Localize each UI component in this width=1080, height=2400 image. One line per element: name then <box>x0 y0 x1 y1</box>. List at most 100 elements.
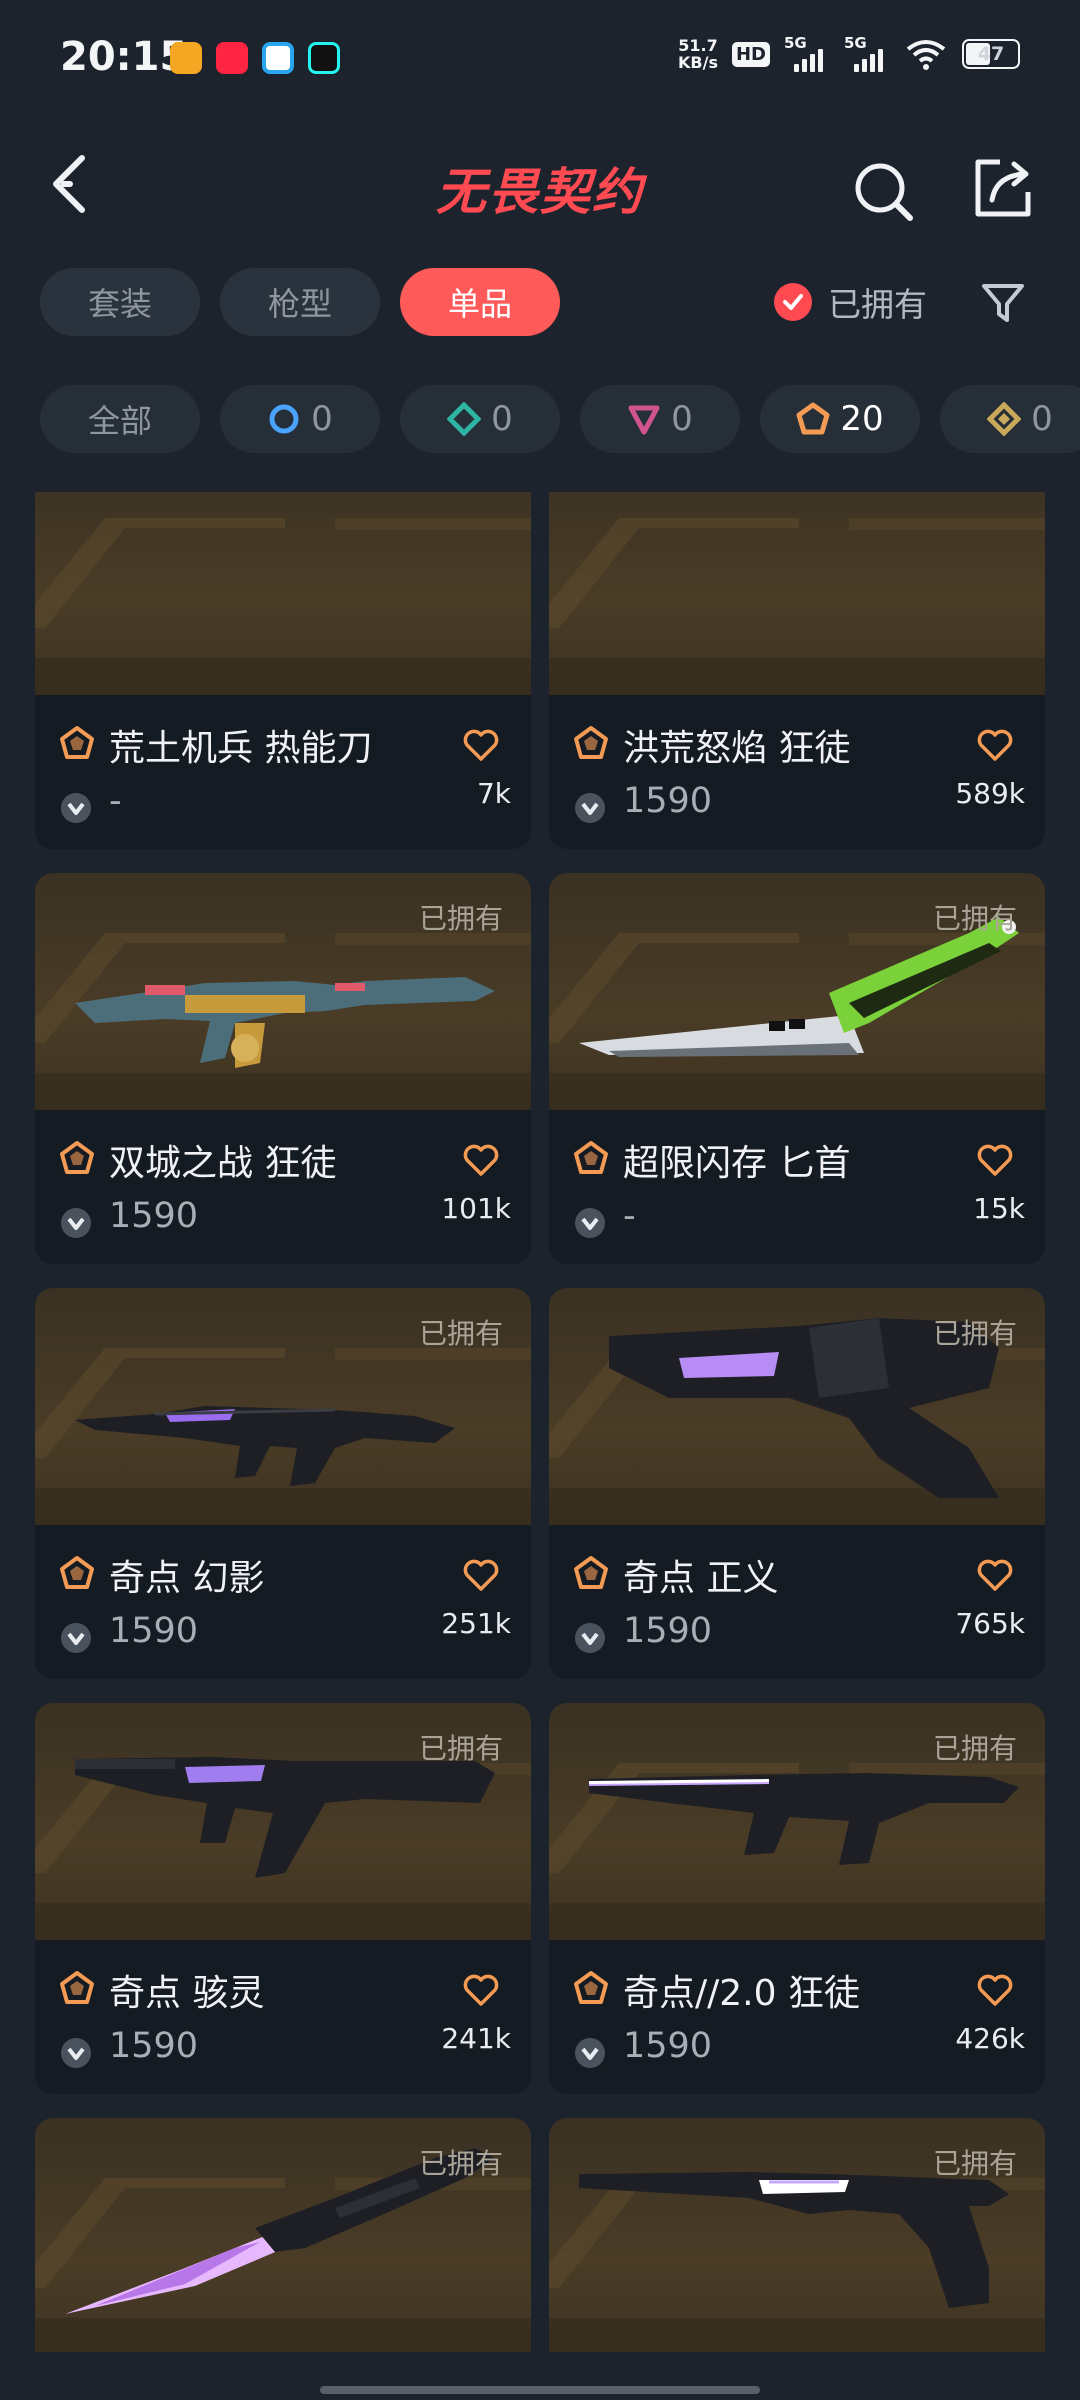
exclusive-tier-icon <box>60 1556 94 1589</box>
owned-tag: 已拥有 <box>418 2147 503 2180</box>
item-card[interactable]: 荒土机兵 热能刀 - 7k <box>35 492 531 849</box>
home-indicator[interactable] <box>320 2386 760 2394</box>
status-time: 20:15 <box>60 34 188 80</box>
ultra-tier-icon <box>987 402 1022 436</box>
item-info: 奇点//2.0 狂徒 1590 426k <box>549 1940 1045 2094</box>
filter-icon <box>982 284 1024 322</box>
item-image: 已拥有 <box>35 1288 531 1525</box>
hd-badge: HD <box>731 41 770 67</box>
category-tabs: 套装 枪型 单品 <box>40 268 560 336</box>
share-icon <box>975 159 1031 217</box>
tier-filter-chips: 全部 0 0 0 20 0 <box>40 385 1080 453</box>
heart-icon[interactable] <box>975 1555 1015 1595</box>
tier-chip-exclusive[interactable]: 20 <box>760 385 920 453</box>
item-likes: 241k <box>441 2022 511 2055</box>
item-image: 已拥有 <box>549 873 1045 1110</box>
heart-icon[interactable] <box>975 1970 1015 2010</box>
item-card[interactable]: 洪荒怒焰 狂徒 1590 589k <box>549 492 1045 849</box>
item-image: 已拥有 <box>549 1703 1045 1940</box>
item-info: 双城之战 狂徒 1590 101k <box>35 1110 531 1264</box>
owned-tag: 已拥有 <box>418 1317 503 1350</box>
heart-icon[interactable] <box>461 1555 501 1595</box>
valorant-points-icon <box>575 1208 605 1238</box>
item-name: 奇点 正义 <box>623 1558 779 1599</box>
weapon-image <box>35 492 531 695</box>
heart-icon[interactable] <box>975 725 1015 765</box>
filter-button[interactable] <box>980 280 1026 326</box>
battery-icon: 47 <box>962 39 1020 69</box>
item-likes: 251k <box>441 1607 511 1640</box>
item-grid-viewport: 荒土机兵 热能刀 - 7k 洪荒怒焰 狂徒 1590 589k 已拥有 双城之战… <box>0 492 1080 2352</box>
item-card[interactable]: 已拥有 奇点 正义 1590 765k <box>549 1288 1045 1679</box>
item-card[interactable]: 已拥有 奇点 幻影 1590 251k <box>35 1288 531 1679</box>
tab-bundles[interactable]: 套装 <box>40 268 200 336</box>
search-button[interactable] <box>850 158 916 224</box>
owned-tag: 已拥有 <box>932 1732 1017 1765</box>
heart-icon[interactable] <box>461 1970 501 2010</box>
item-image: 已拥有 <box>35 873 531 1110</box>
item-price: 1590 <box>623 781 713 821</box>
item-grid: 荒土机兵 热能刀 - 7k 洪荒怒焰 狂徒 1590 589k 已拥有 双城之战… <box>0 492 1080 2352</box>
item-card[interactable]: 已拥有 奇点 骇灵 1590 241k <box>35 1703 531 2094</box>
item-likes: 7k <box>476 777 511 810</box>
tiktok-app-icon <box>308 42 340 74</box>
item-price: 1590 <box>623 1611 713 1651</box>
item-image: 已拥有 <box>35 2118 531 2352</box>
item-info: 奇点 骇灵 1590 241k <box>35 1940 531 2094</box>
item-info: 奇点 正义 1590 765k <box>549 1525 1045 1679</box>
item-name: 超限闪存 匕首 <box>623 1143 851 1184</box>
status-indicators: 51.7 KB/s HD 5G 5G 47 <box>678 34 1020 72</box>
item-name: 奇点 骇灵 <box>109 1973 265 2014</box>
owned-tag: 已拥有 <box>932 1317 1017 1350</box>
valorant-points-icon <box>61 793 91 823</box>
heart-icon[interactable] <box>461 1140 501 1180</box>
exclusive-tier-icon <box>574 1971 608 2004</box>
item-likes: 426k <box>955 2022 1025 2055</box>
exclusive-tier-icon <box>60 1971 94 2004</box>
app-header: 无畏契约 <box>0 120 1080 260</box>
status-app-icons <box>170 42 340 74</box>
item-info: 奇点 幻影 1590 251k <box>35 1525 531 1679</box>
exclusive-tier-icon <box>796 402 830 435</box>
item-price: 1590 <box>109 1611 199 1651</box>
item-image: 已拥有 <box>549 2118 1045 2352</box>
tier-chip-deluxe[interactable]: 0 <box>400 385 560 453</box>
owned-tag: 已拥有 <box>932 2147 1017 2180</box>
owned-filter-toggle[interactable]: 已拥有 <box>774 278 927 326</box>
tier-chip-select[interactable]: 0 <box>220 385 380 453</box>
owned-filter-label: 已拥有 <box>828 285 927 324</box>
item-image <box>549 492 1045 695</box>
item-card[interactable]: 已拥有 奇点//2.0 狂徒 1590 426k <box>549 1703 1045 2094</box>
item-name: 奇点 幻影 <box>109 1558 265 1599</box>
item-name: 奇点//2.0 狂徒 <box>623 1973 860 2014</box>
tab-single-items[interactable]: 单品 <box>400 268 560 336</box>
item-image <box>35 492 531 695</box>
tier-chip-ultra[interactable]: 0 <box>940 385 1080 453</box>
tier-chip-all[interactable]: 全部 <box>40 385 200 453</box>
signal-icon: 5G <box>844 34 890 72</box>
heart-icon[interactable] <box>461 725 501 765</box>
item-card[interactable]: 已拥有 双城之战 狂徒 1590 101k <box>35 873 531 1264</box>
tab-weapon-types[interactable]: 枪型 <box>220 268 380 336</box>
valorant-points-icon <box>61 2038 91 2068</box>
item-likes: 589k <box>955 777 1025 810</box>
item-card[interactable]: 已拥有 奇点//2.0 蝴蝶刀 3180 786k <box>35 2118 531 2352</box>
page-title: 无畏契约 <box>436 163 644 221</box>
item-likes: 15k <box>973 1192 1025 1225</box>
item-price: 1590 <box>109 1196 199 1236</box>
wifi-icon <box>906 40 946 70</box>
item-card[interactable]: 已拥有 奇点//2.0 鬼魅 1590 395k <box>549 2118 1045 2352</box>
item-name: 荒土机兵 热能刀 <box>109 728 373 769</box>
valorant-points-icon <box>61 1623 91 1653</box>
heart-icon[interactable] <box>975 1140 1015 1180</box>
share-button[interactable] <box>970 156 1036 222</box>
exclusive-tier-icon <box>60 726 94 759</box>
item-info: 洪荒怒焰 狂徒 1590 589k <box>549 695 1045 849</box>
signal-icon: 5G <box>784 34 830 72</box>
network-speed: 51.7 KB/s <box>678 36 718 72</box>
owned-tag: 已拥有 <box>932 902 1017 935</box>
item-card[interactable]: 已拥有 超限闪存 匕首 - 15k <box>549 873 1045 1264</box>
xiaohongshu-app-icon <box>216 42 248 74</box>
item-price: 1590 <box>623 2026 713 2066</box>
tier-chip-premium[interactable]: 0 <box>580 385 740 453</box>
